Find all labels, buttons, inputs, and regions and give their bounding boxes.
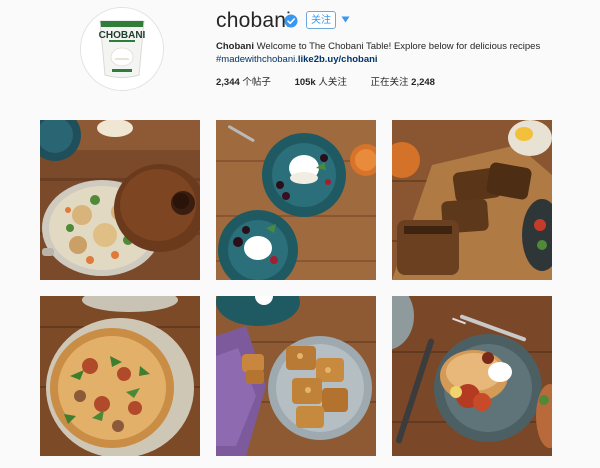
following-count: 2,248	[411, 77, 435, 88]
yogurt-cup-image: CHOBANI	[81, 8, 163, 90]
post-thumbnail[interactable]	[216, 296, 376, 456]
post-thumbnail[interactable]	[216, 120, 376, 280]
post-thumbnail[interactable]	[40, 296, 200, 456]
post-image-banana-bread	[392, 120, 552, 280]
bio-name: Chobani	[216, 41, 254, 52]
followers-label: 人关注	[318, 77, 347, 88]
post-thumbnail[interactable]	[392, 120, 552, 280]
bio-link[interactable]: like2b.uy/chobani	[298, 54, 378, 65]
profile-header: CHOBANI chobani 关注 Chobani Welcome to Th…	[0, 0, 600, 110]
posts-count: 2,344	[216, 77, 240, 88]
following-label: 正在关注	[370, 77, 409, 88]
profile-bio: Chobani Welcome to The Chobani Table! Ex…	[216, 40, 576, 66]
posts-label: 个帖子	[242, 77, 271, 88]
post-thumbnail[interactable]	[392, 296, 552, 456]
post-image-flatbread	[40, 296, 200, 456]
bio-text: Welcome to The Chobani Table! Explore be…	[254, 41, 541, 52]
bio-hashtag[interactable]: #madewithchobani.	[216, 54, 298, 65]
follow-button[interactable]: 关注	[306, 11, 336, 29]
post-image-yogurt-berries	[216, 120, 376, 280]
followers-count: 105k	[294, 77, 316, 88]
posts-count-stat[interactable]: 2,344 个帖子	[216, 74, 271, 88]
avatar[interactable]: CHOBANI	[80, 7, 164, 91]
following-count-stat[interactable]: 正在关注 2,248	[371, 74, 435, 88]
post-thumbnail[interactable]	[40, 120, 200, 280]
post-image-dessert-bars	[216, 296, 376, 456]
post-image-pancake	[392, 296, 552, 456]
dropdown-arrow-icon[interactable]	[341, 15, 350, 24]
verified-badge-icon	[284, 14, 298, 28]
username: chobani	[216, 9, 291, 32]
profile-stats: 2,344 个帖子 105k 人关注 正在关注 2,248	[216, 74, 456, 88]
post-image-casserole	[40, 120, 200, 280]
avatar-logo-text: CHOBANI	[99, 30, 146, 41]
followers-count-stat[interactable]: 105k 人关注	[295, 74, 347, 88]
